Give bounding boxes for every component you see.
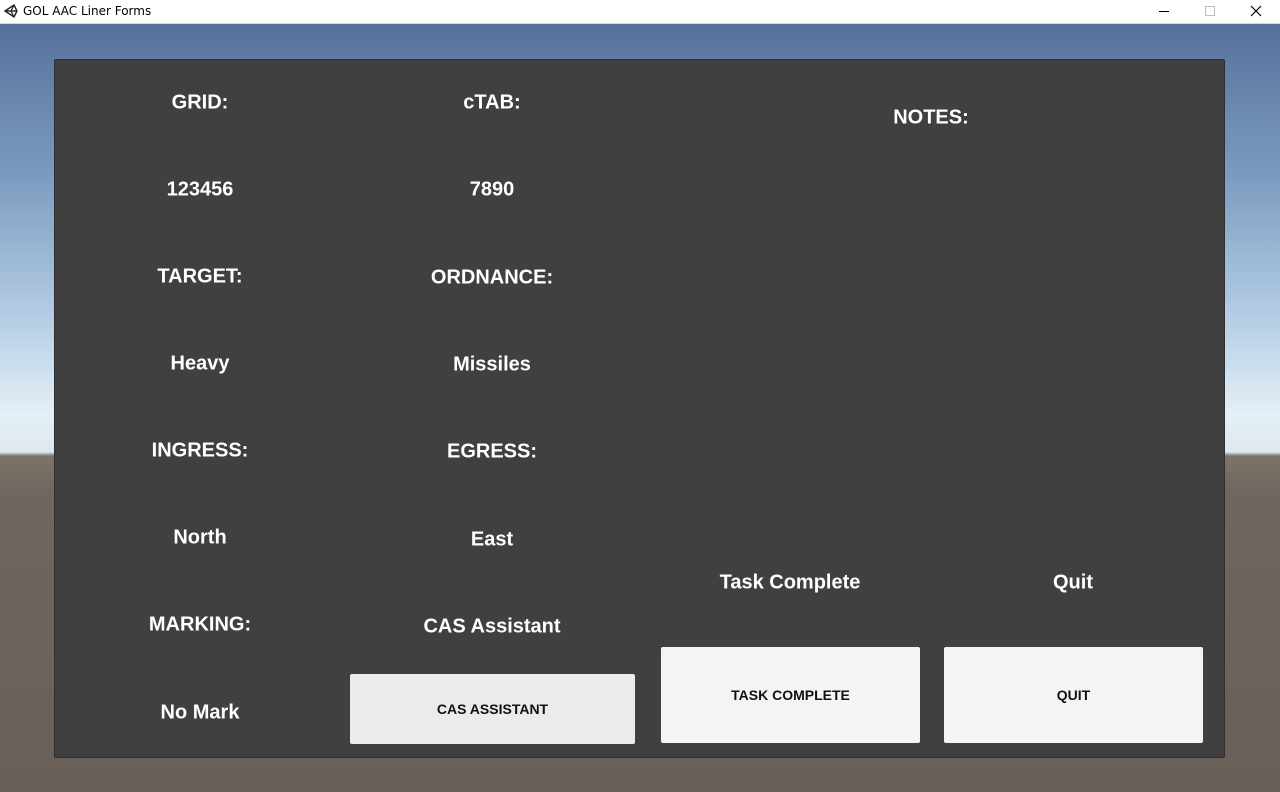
- quit-caption: Quit: [1053, 571, 1093, 594]
- task-complete-caption: Task Complete: [719, 571, 861, 594]
- ctab-label: cTAB:: [463, 91, 521, 114]
- liner-form-panel: GRID: 123456 TARGET: Heavy INGRESS: Nort…: [54, 59, 1225, 758]
- unity-icon: [3, 3, 19, 19]
- ingress-value: North: [173, 526, 227, 549]
- cas-assistant-caption: CAS Assistant: [423, 615, 561, 638]
- maximize-button[interactable]: [1187, 0, 1233, 23]
- close-icon: [1250, 5, 1262, 17]
- notes-label: NOTES:: [893, 106, 969, 129]
- quit-button[interactable]: QUIT: [944, 647, 1203, 743]
- grid-label: GRID:: [171, 91, 229, 114]
- ordnance-value: Missiles: [453, 353, 531, 376]
- ingress-label: INGRESS:: [151, 439, 249, 462]
- marking-label: MARKING:: [148, 613, 252, 636]
- app-window: GOL AAC Liner Forms GRID: 123456 TARGET:…: [0, 0, 1280, 792]
- grid-value: 123456: [166, 178, 234, 201]
- marking-value: No Mark: [160, 701, 240, 724]
- cas-assistant-button[interactable]: CAS ASSISTANT: [350, 674, 635, 744]
- egress-label: EGRESS:: [446, 440, 538, 463]
- ctab-value: 7890: [469, 178, 515, 201]
- minimize-icon: [1159, 11, 1169, 12]
- task-complete-button[interactable]: TASK COMPLETE: [661, 647, 920, 743]
- ordnance-label: ORDNANCE:: [430, 266, 554, 289]
- minimize-button[interactable]: [1141, 0, 1187, 23]
- maximize-icon: [1205, 6, 1215, 16]
- title-bar[interactable]: GOL AAC Liner Forms: [0, 0, 1280, 24]
- target-label: TARGET:: [157, 265, 243, 288]
- target-value: Heavy: [170, 352, 230, 375]
- close-button[interactable]: [1233, 0, 1279, 23]
- window-title: GOL AAC Liner Forms: [23, 4, 152, 18]
- egress-value: East: [470, 528, 514, 551]
